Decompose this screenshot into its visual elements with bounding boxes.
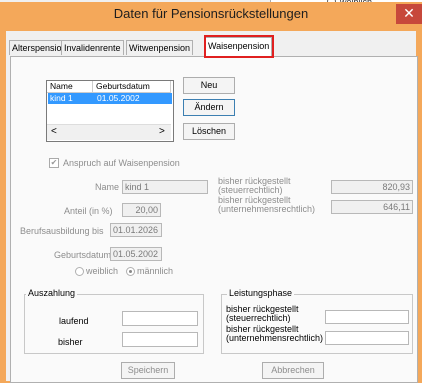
close-icon: ✕ <box>403 5 415 21</box>
claim-label: Anspruch auf Waisenpension <box>63 158 180 168</box>
scroll-left-icon[interactable]: < <box>51 126 57 137</box>
list-item-birthdate: 01.05.2002 <box>97 93 140 103</box>
birthdate-field[interactable]: 01.05.2002 <box>110 247 162 261</box>
payout-group-title: Auszahlung <box>26 288 78 298</box>
scroll-right-icon[interactable]: > <box>159 126 165 137</box>
window-title: Daten für Pensionsrückstellungen <box>113 6 309 21</box>
education-field[interactable]: 01.01.2026 <box>110 223 162 237</box>
list-item[interactable]: kind 1 01.05.2002 <box>48 93 172 104</box>
benefit-corp-label: bisher rückgestellt (unternehmensrechtli… <box>226 325 323 343</box>
save-button[interactable]: Speichern <box>121 362 175 379</box>
benefit-corp-field[interactable] <box>325 331 409 345</box>
payout-sofar-label: bisher <box>58 337 83 347</box>
education-label: Berufsausbildung bis <box>20 226 104 236</box>
list-item-name: kind 1 <box>50 93 73 103</box>
birthdate-label: Geburtsdatum <box>54 250 112 260</box>
gender-female-label: weiblich <box>86 266 119 276</box>
benefit-tax-label-line2: (steuerrechtlich) <box>226 313 291 323</box>
payout-sofar-field[interactable] <box>122 332 198 347</box>
payout-current-label: laufend <box>59 316 89 326</box>
delete-button[interactable]: Löschen <box>183 123 235 140</box>
reserve-tax-label: bisher rückgestellt (steuerrechtlich) <box>218 177 291 195</box>
benefit-tax-label: bisher rückgestellt (steuerrechtlich) <box>226 305 299 323</box>
tab-highlight-box <box>204 35 274 58</box>
benefit-tax-field[interactable] <box>325 310 409 324</box>
reserve-tax-label-line2: (steuerrechtlich) <box>218 185 283 195</box>
name-label: Name <box>95 182 120 192</box>
claim-checkbox[interactable]: ✔ <box>49 158 59 168</box>
name-field[interactable]: kind 1 <box>122 180 208 194</box>
gender-male-radio[interactable] <box>126 267 135 276</box>
new-button[interactable]: Neu <box>183 77 235 94</box>
reserve-corp-field[interactable]: 646,11 <box>331 200 413 214</box>
reserve-corp-label-line2: (unternehmensrechtlich) <box>218 204 316 214</box>
list-header-name[interactable]: Name <box>47 81 93 93</box>
share-label: Anteil (in %) <box>64 206 113 216</box>
payout-current-field[interactable] <box>122 311 198 326</box>
gender-male-label: männlich <box>137 266 174 276</box>
gender-female-radio[interactable] <box>75 267 84 276</box>
tab-witwenpension[interactable]: Witwenpension <box>126 40 194 55</box>
close-button[interactable]: ✕ <box>396 4 422 24</box>
list-horizontal-scrollbar[interactable]: < > <box>47 124 171 140</box>
benefit-group-title: Leistungsphase <box>227 288 295 298</box>
benefit-corp-label-line2: (unternehmensrechtlich) <box>226 333 324 343</box>
reserve-tax-field[interactable]: 820,93 <box>331 180 413 194</box>
list-header-birthdate[interactable]: Geburtsdatum <box>93 81 171 93</box>
share-field[interactable]: 20,00 <box>122 203 161 217</box>
cancel-button[interactable]: Abbrechen <box>262 362 324 379</box>
edit-button[interactable]: Ändern <box>183 99 235 116</box>
tab-invalidenrente[interactable]: Invalidenrente <box>61 40 124 55</box>
reserve-corp-label: bisher rückgestellt (unternehmensrechtli… <box>218 196 315 214</box>
